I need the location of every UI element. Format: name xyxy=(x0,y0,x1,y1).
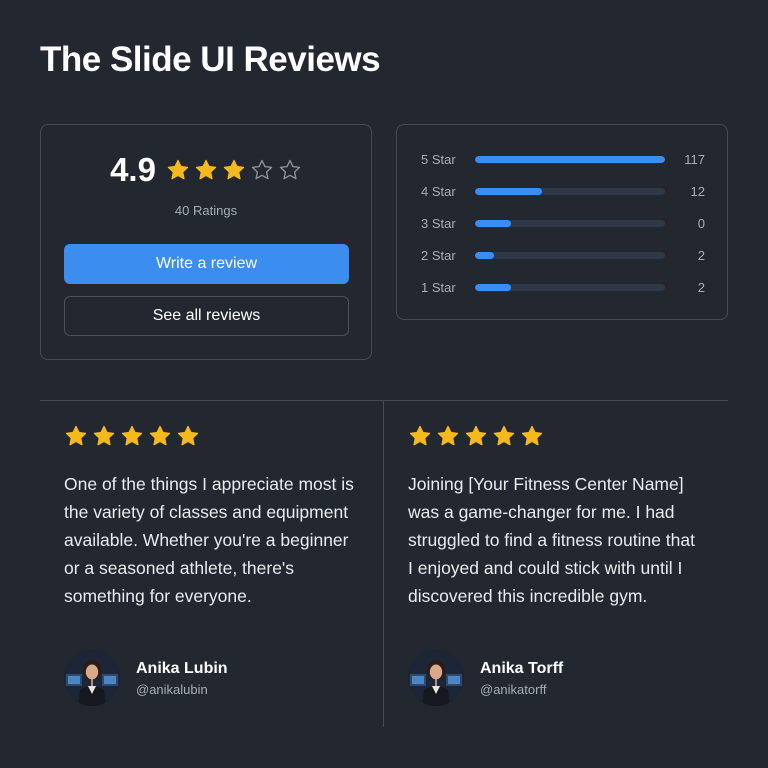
author-handle: @anikalubin xyxy=(136,681,208,697)
review-stars xyxy=(64,424,360,448)
distribution-row-1: 1 Star 2 xyxy=(421,278,705,296)
review-stars xyxy=(408,424,704,448)
star-icon xyxy=(492,424,516,448)
distribution-fill xyxy=(475,283,512,291)
review-text: One of the things I appreciate most is t… xyxy=(64,474,354,606)
distribution-row-4: 4 Star 12 xyxy=(421,182,705,200)
review-card: Joining [Your Fitness Center Name] was a… xyxy=(408,424,704,706)
review-text: Joining [Your Fitness Center Name] was a… xyxy=(408,474,695,606)
avatar xyxy=(408,650,464,706)
review-card: One of the things I appreciate most is t… xyxy=(64,424,360,706)
star-icon xyxy=(166,158,190,182)
star-icon xyxy=(464,424,488,448)
distribution-count: 2 xyxy=(697,247,705,263)
star-outline-icon xyxy=(250,158,274,182)
section-divider xyxy=(40,400,728,401)
distribution-label: 3 Star xyxy=(421,215,456,231)
author-name: Anika Torff xyxy=(480,659,564,677)
distribution-track xyxy=(475,251,665,259)
distribution-count: 0 xyxy=(697,215,705,231)
star-icon xyxy=(64,424,88,448)
author-name: Anika Lubin xyxy=(136,659,228,677)
distribution-label: 1 Star xyxy=(421,279,456,295)
distribution-label: 4 Star xyxy=(421,183,456,199)
rating-distribution-card: 5 Star 117 4 Star 12 3 Star 0 2 Star 2 1… xyxy=(396,124,728,320)
distribution-track xyxy=(475,219,665,227)
star-icon xyxy=(148,424,172,448)
distribution-label: 2 Star xyxy=(421,247,456,263)
write-review-button[interactable]: Write a review xyxy=(64,244,349,284)
distribution-fill xyxy=(475,187,542,195)
star-icon xyxy=(436,424,460,448)
average-rating: 4.9 xyxy=(110,151,156,188)
author-handle: @anikatorff xyxy=(480,681,547,697)
review-author: Anika Torff @anikatorff xyxy=(408,650,563,706)
summary-stars xyxy=(166,158,302,182)
distribution-count: 12 xyxy=(690,183,705,199)
distribution-row-3: 3 Star 0 xyxy=(421,214,705,232)
distribution-track xyxy=(475,283,665,291)
page-title: The Slide UI Reviews xyxy=(40,40,381,79)
author-info: Anika Lubin @anikalubin xyxy=(136,660,228,697)
rating-row: 4.9 xyxy=(41,151,371,189)
star-icon xyxy=(520,424,544,448)
distribution-track xyxy=(475,155,665,163)
star-icon xyxy=(194,158,218,182)
distribution-row-5: 5 Star 117 xyxy=(421,150,705,168)
column-divider xyxy=(383,401,384,727)
distribution-label: 5 Star xyxy=(421,151,456,167)
rating-summary-card: 4.9 40 Ratings Write a review See all re… xyxy=(40,124,372,360)
avatar xyxy=(64,650,120,706)
star-icon xyxy=(408,424,432,448)
star-icon xyxy=(120,424,144,448)
distribution-fill xyxy=(475,251,494,259)
star-outline-icon xyxy=(278,158,302,182)
distribution-row-2: 2 Star 2 xyxy=(421,246,705,264)
distribution-count: 117 xyxy=(684,151,705,167)
distribution-count: 2 xyxy=(697,279,705,295)
distribution-track xyxy=(475,187,665,195)
review-author: Anika Lubin @anikalubin xyxy=(64,650,228,706)
distribution-fill xyxy=(475,219,512,227)
star-icon xyxy=(222,158,246,182)
star-icon xyxy=(92,424,116,448)
author-info: Anika Torff @anikatorff xyxy=(480,660,563,697)
ratings-count: 40 Ratings xyxy=(174,203,238,218)
star-icon xyxy=(176,424,200,448)
see-all-reviews-button[interactable]: See all reviews xyxy=(64,296,349,336)
distribution-fill xyxy=(475,155,665,163)
